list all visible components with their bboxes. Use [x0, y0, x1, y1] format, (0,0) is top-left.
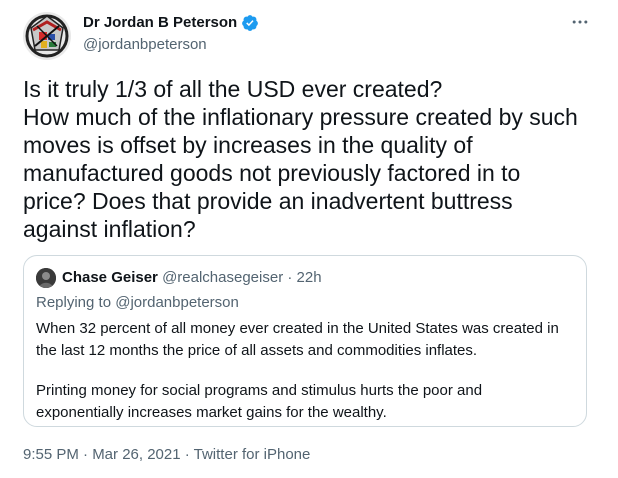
quoted-author-avatar[interactable]: [36, 268, 56, 288]
more-horizontal-icon: [572, 20, 588, 24]
author-avatar[interactable]: [23, 12, 71, 60]
quoted-tweet[interactable]: Chase Geiser @realchasegeiser · 22h Repl…: [23, 255, 587, 427]
tweet-line: price? Does that provide an inadvertent …: [23, 188, 513, 214]
tweet-text: Is it truly 1/3 of all the USD ever crea…: [23, 75, 593, 243]
quoted-header: Chase Geiser @realchasegeiser · 22h: [62, 269, 322, 287]
avatar-image: [23, 12, 71, 60]
tweet-line: manufactured goods not previously factor…: [23, 160, 521, 186]
tweet-line: How much of the inflationary pressure cr…: [23, 104, 578, 130]
replying-to: Replying to @jordanbpeterson: [36, 294, 239, 311]
tweet-line: Is it truly 1/3 of all the USD ever crea…: [23, 76, 443, 102]
quoted-author-name[interactable]: Chase Geiser: [62, 269, 158, 286]
tweet: Dr Jordan B Peterson @jordanbpeterson Is…: [0, 0, 618, 478]
quoted-line: exponentially increases market gains for…: [36, 404, 387, 421]
quoted-avatar-image: [36, 268, 56, 288]
tweet-line: against inflation?: [23, 216, 196, 242]
author-name[interactable]: Dr Jordan B Peterson: [83, 14, 237, 32]
quoted-line: When 32 percent of all money ever create…: [36, 320, 559, 337]
meta-separator: ·: [283, 269, 297, 286]
author-handle[interactable]: @jordanbpeterson: [83, 36, 207, 54]
quoted-text: When 32 percent of all money ever create…: [36, 318, 576, 424]
quoted-line: Printing money for social programs and s…: [36, 382, 483, 399]
verified-badge-icon: [241, 14, 259, 32]
quoted-author-handle[interactable]: @realchasegeiser: [162, 269, 283, 286]
quoted-line: the last 12 months the price of all asse…: [36, 342, 478, 359]
tweet-line: moves is offset by increases in the qual…: [23, 132, 473, 158]
more-options-button[interactable]: [568, 10, 592, 34]
tweet-timestamp[interactable]: 9:55 PM · Mar 26, 2021 · Twitter for iPh…: [23, 446, 310, 464]
author-name-row[interactable]: Dr Jordan B Peterson: [83, 14, 259, 32]
quoted-timestamp[interactable]: 22h: [297, 269, 322, 286]
